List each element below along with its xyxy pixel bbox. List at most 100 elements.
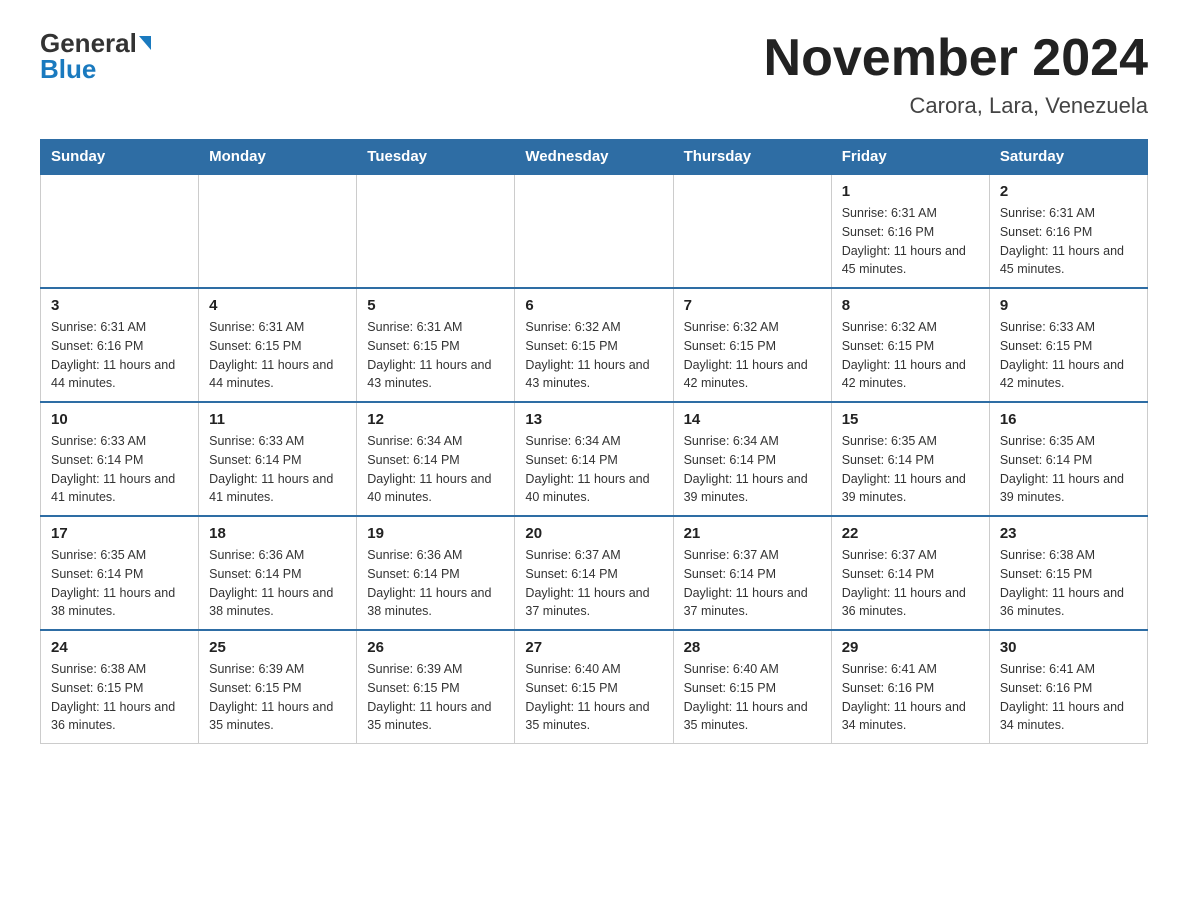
day-info: Sunrise: 6:41 AMSunset: 6:16 PMDaylight:… bbox=[842, 662, 966, 732]
day-info: Sunrise: 6:31 AMSunset: 6:15 PMDaylight:… bbox=[209, 320, 333, 390]
day-number: 26 bbox=[367, 639, 504, 656]
day-number: 29 bbox=[842, 639, 979, 656]
day-number: 10 bbox=[51, 411, 188, 428]
logo: General Blue bbox=[40, 30, 151, 82]
day-info: Sunrise: 6:33 AMSunset: 6:14 PMDaylight:… bbox=[209, 434, 333, 504]
calendar-day-cell: 30 Sunrise: 6:41 AMSunset: 6:16 PMDayligh… bbox=[989, 630, 1147, 744]
calendar-day-cell: 18Sunrise: 6:36 AMSunset: 6:14 PMDayligh… bbox=[199, 516, 357, 630]
day-number: 2 bbox=[1000, 183, 1137, 200]
day-number: 20 bbox=[525, 525, 662, 542]
calendar-day-cell: 7 Sunrise: 6:32 AMSunset: 6:15 PMDaylight… bbox=[673, 288, 831, 402]
calendar-day-cell: 19 Sunrise: 6:36 AMSunset: 6:14 PMDayligh… bbox=[357, 516, 515, 630]
column-header-friday: Friday bbox=[831, 140, 989, 175]
calendar-day-cell: 20Sunrise: 6:37 AMSunset: 6:14 PMDayligh… bbox=[515, 516, 673, 630]
calendar-day-cell: 21Sunrise: 6:37 AMSunset: 6:14 PMDayligh… bbox=[673, 516, 831, 630]
day-info: Sunrise: 6:40 AMSunset: 6:15 PMDaylight:… bbox=[684, 662, 808, 732]
column-header-saturday: Saturday bbox=[989, 140, 1147, 175]
calendar-day-cell: 22 Sunrise: 6:37 AMSunset: 6:14 PMDayligh… bbox=[831, 516, 989, 630]
title-area: November 2024 Carora, Lara, Venezuela bbox=[764, 30, 1148, 119]
calendar-day-cell: 17 Sunrise: 6:35 AMSunset: 6:14 PMDayligh… bbox=[41, 516, 199, 630]
day-number: 27 bbox=[525, 639, 662, 656]
calendar-table: SundayMondayTuesdayWednesdayThursdayFrid… bbox=[40, 139, 1148, 744]
day-info: Sunrise: 6:41 AMSunset: 6:16 PMDaylight:… bbox=[1000, 662, 1124, 732]
day-number: 25 bbox=[209, 639, 346, 656]
day-info: Sunrise: 6:33 AMSunset: 6:15 PMDaylight:… bbox=[1000, 320, 1124, 390]
month-title: November 2024 bbox=[764, 30, 1148, 87]
calendar-day-cell bbox=[515, 174, 673, 288]
day-info: Sunrise: 6:37 AMSunset: 6:14 PMDaylight:… bbox=[842, 548, 966, 618]
column-header-sunday: Sunday bbox=[41, 140, 199, 175]
calendar-day-cell: 6 Sunrise: 6:32 AMSunset: 6:15 PMDaylight… bbox=[515, 288, 673, 402]
logo-general-text: General bbox=[40, 30, 137, 56]
calendar-day-cell bbox=[357, 174, 515, 288]
day-number: 11 bbox=[209, 411, 346, 428]
day-info: Sunrise: 6:34 AMSunset: 6:14 PMDaylight:… bbox=[525, 434, 649, 504]
day-number: 9 bbox=[1000, 297, 1137, 314]
day-info: Sunrise: 6:33 AMSunset: 6:14 PMDaylight:… bbox=[51, 434, 175, 504]
day-info: Sunrise: 6:31 AMSunset: 6:16 PMDaylight:… bbox=[842, 206, 966, 276]
day-number: 8 bbox=[842, 297, 979, 314]
day-number: 12 bbox=[367, 411, 504, 428]
day-number: 24 bbox=[51, 639, 188, 656]
calendar-day-cell: 13Sunrise: 6:34 AMSunset: 6:14 PMDayligh… bbox=[515, 402, 673, 516]
calendar-week-row: 17 Sunrise: 6:35 AMSunset: 6:14 PMDayligh… bbox=[41, 516, 1148, 630]
day-info: Sunrise: 6:35 AMSunset: 6:14 PMDaylight:… bbox=[51, 548, 175, 618]
page-header: General Blue November 2024 Carora, Lara,… bbox=[40, 30, 1148, 119]
calendar-day-cell: 24 Sunrise: 6:38 AMSunset: 6:15 PMDayligh… bbox=[41, 630, 199, 744]
calendar-day-cell: 23Sunrise: 6:38 AMSunset: 6:15 PMDayligh… bbox=[989, 516, 1147, 630]
day-number: 22 bbox=[842, 525, 979, 542]
day-info: Sunrise: 6:32 AMSunset: 6:15 PMDaylight:… bbox=[525, 320, 649, 390]
day-number: 15 bbox=[842, 411, 979, 428]
calendar-day-cell: 26 Sunrise: 6:39 AMSunset: 6:15 PMDayligh… bbox=[357, 630, 515, 744]
calendar-day-cell: 15 Sunrise: 6:35 AMSunset: 6:14 PMDayligh… bbox=[831, 402, 989, 516]
calendar-day-cell: 5 Sunrise: 6:31 AMSunset: 6:15 PMDaylight… bbox=[357, 288, 515, 402]
day-info: Sunrise: 6:40 AMSunset: 6:15 PMDaylight:… bbox=[525, 662, 649, 732]
calendar-day-cell bbox=[673, 174, 831, 288]
day-info: Sunrise: 6:35 AMSunset: 6:14 PMDaylight:… bbox=[1000, 434, 1124, 504]
day-info: Sunrise: 6:32 AMSunset: 6:15 PMDaylight:… bbox=[842, 320, 966, 390]
day-number: 5 bbox=[367, 297, 504, 314]
calendar-day-cell: 4Sunrise: 6:31 AMSunset: 6:15 PMDaylight… bbox=[199, 288, 357, 402]
calendar-day-cell: 3 Sunrise: 6:31 AMSunset: 6:16 PMDaylight… bbox=[41, 288, 199, 402]
day-number: 19 bbox=[367, 525, 504, 542]
day-number: 1 bbox=[842, 183, 979, 200]
calendar-week-row: 3 Sunrise: 6:31 AMSunset: 6:16 PMDaylight… bbox=[41, 288, 1148, 402]
calendar-day-cell: 9 Sunrise: 6:33 AMSunset: 6:15 PMDaylight… bbox=[989, 288, 1147, 402]
day-info: Sunrise: 6:38 AMSunset: 6:15 PMDaylight:… bbox=[1000, 548, 1124, 618]
day-number: 18 bbox=[209, 525, 346, 542]
day-number: 17 bbox=[51, 525, 188, 542]
column-header-tuesday: Tuesday bbox=[357, 140, 515, 175]
day-number: 3 bbox=[51, 297, 188, 314]
calendar-day-cell bbox=[41, 174, 199, 288]
day-number: 16 bbox=[1000, 411, 1137, 428]
column-header-wednesday: Wednesday bbox=[515, 140, 673, 175]
day-number: 7 bbox=[684, 297, 821, 314]
day-info: Sunrise: 6:31 AMSunset: 6:15 PMDaylight:… bbox=[367, 320, 491, 390]
calendar-day-cell: 25 Sunrise: 6:39 AMSunset: 6:15 PMDayligh… bbox=[199, 630, 357, 744]
day-number: 21 bbox=[684, 525, 821, 542]
day-info: Sunrise: 6:38 AMSunset: 6:15 PMDaylight:… bbox=[51, 662, 175, 732]
calendar-header-row: SundayMondayTuesdayWednesdayThursdayFrid… bbox=[41, 140, 1148, 175]
column-header-monday: Monday bbox=[199, 140, 357, 175]
day-number: 28 bbox=[684, 639, 821, 656]
day-info: Sunrise: 6:32 AMSunset: 6:15 PMDaylight:… bbox=[684, 320, 808, 390]
calendar-day-cell: 27 Sunrise: 6:40 AMSunset: 6:15 PMDayligh… bbox=[515, 630, 673, 744]
calendar-day-cell: 2Sunrise: 6:31 AMSunset: 6:16 PMDaylight… bbox=[989, 174, 1147, 288]
day-number: 6 bbox=[525, 297, 662, 314]
calendar-day-cell bbox=[199, 174, 357, 288]
day-info: Sunrise: 6:39 AMSunset: 6:15 PMDaylight:… bbox=[209, 662, 333, 732]
calendar-day-cell: 29 Sunrise: 6:41 AMSunset: 6:16 PMDayligh… bbox=[831, 630, 989, 744]
day-info: Sunrise: 6:34 AMSunset: 6:14 PMDaylight:… bbox=[367, 434, 491, 504]
day-info: Sunrise: 6:39 AMSunset: 6:15 PMDaylight:… bbox=[367, 662, 491, 732]
day-number: 14 bbox=[684, 411, 821, 428]
day-info: Sunrise: 6:35 AMSunset: 6:14 PMDaylight:… bbox=[842, 434, 966, 504]
day-info: Sunrise: 6:36 AMSunset: 6:14 PMDaylight:… bbox=[367, 548, 491, 618]
day-info: Sunrise: 6:31 AMSunset: 6:16 PMDaylight:… bbox=[51, 320, 175, 390]
day-info: Sunrise: 6:34 AMSunset: 6:14 PMDaylight:… bbox=[684, 434, 808, 504]
calendar-day-cell: 14 Sunrise: 6:34 AMSunset: 6:14 PMDayligh… bbox=[673, 402, 831, 516]
location-title: Carora, Lara, Venezuela bbox=[764, 93, 1148, 119]
day-number: 30 bbox=[1000, 639, 1137, 656]
column-header-thursday: Thursday bbox=[673, 140, 831, 175]
calendar-day-cell: 11 Sunrise: 6:33 AMSunset: 6:14 PMDayligh… bbox=[199, 402, 357, 516]
calendar-day-cell: 12 Sunrise: 6:34 AMSunset: 6:14 PMDayligh… bbox=[357, 402, 515, 516]
